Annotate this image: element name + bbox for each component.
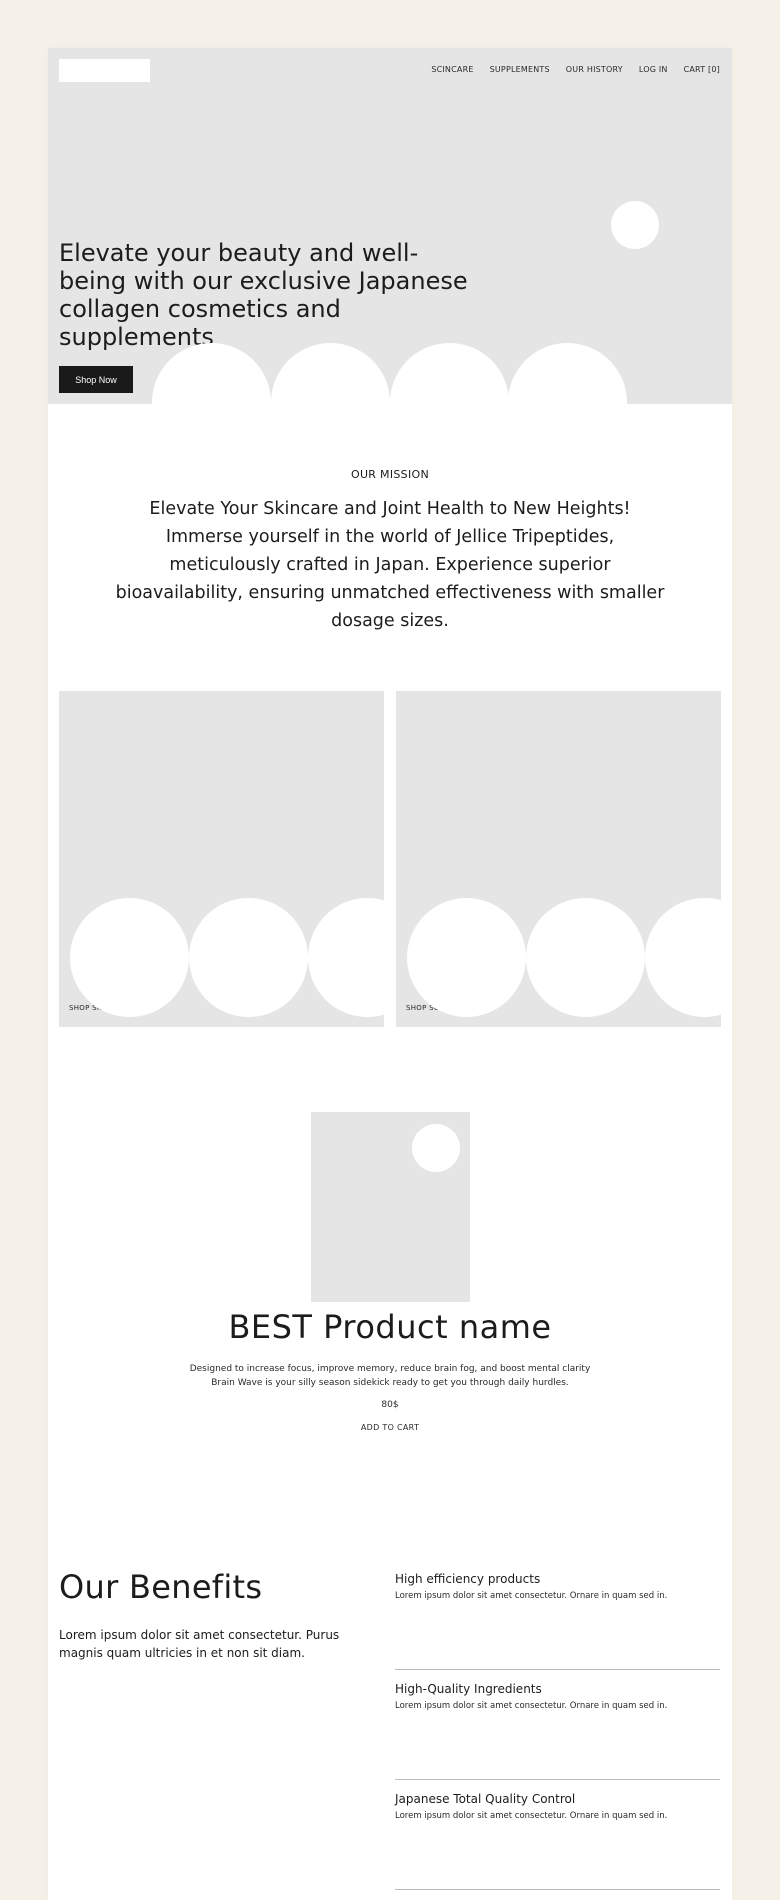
category-card-supplements[interactable]: SHOP SUPPLEMENTS: [396, 691, 721, 1027]
shop-now-button[interactable]: Shop Now: [59, 366, 133, 393]
hero-title: Elevate your beauty and well-being with …: [59, 239, 468, 351]
hero-decor-circle: [611, 201, 659, 249]
mission-text: Elevate Your Skincare and Joint Health t…: [115, 499, 665, 631]
card-decor-circle: [70, 898, 189, 1017]
product-title: BEST Product name: [228, 1308, 552, 1346]
benefit-item: Japanese Total Quality Control Lorem ips…: [395, 1780, 720, 1890]
main-nav: SCINCARE SUPPLEMENTS OUR HISTORY LOG IN …: [431, 65, 720, 74]
benefit-title: High efficiency products: [395, 1572, 541, 1586]
card-decor-circle: [308, 898, 384, 1017]
hero-section: SCINCARE SUPPLEMENTS OUR HISTORY LOG IN …: [48, 48, 732, 462]
nav-item-cart[interactable]: CART [0]: [684, 65, 720, 74]
card-decor-circle: [407, 898, 526, 1017]
benefit-item: High-Quality Ingredients Lorem ipsum dol…: [395, 1670, 720, 1780]
product-price: 80$: [381, 1400, 399, 1410]
nav-item-supplements[interactable]: SUPPLEMENTS: [490, 65, 550, 74]
benefit-text: Lorem ipsum dolor sit amet consectetur. …: [395, 1701, 668, 1711]
hero-mask: [48, 404, 732, 464]
benefits-title: Our Benefits: [59, 1568, 263, 1606]
category-card-skincare[interactable]: SHOP SKINCARE: [59, 691, 384, 1027]
benefit-title: High-Quality Ingredients: [395, 1682, 542, 1696]
nav-item-log-in[interactable]: LOG IN: [639, 65, 668, 74]
card-decor-circle: [189, 898, 308, 1017]
nav-item-our-history[interactable]: OUR HISTORY: [566, 65, 623, 74]
mission-label: OUR MISSION: [351, 468, 429, 481]
card-decor-circle: [526, 898, 645, 1017]
benefit-item: High efficiency products Lorem ipsum dol…: [395, 1560, 720, 1670]
benefit-text: Lorem ipsum dolor sit amet consectetur. …: [395, 1591, 668, 1601]
benefits-description: Lorem ipsum dolor sit amet consectetur. …: [59, 1628, 340, 1660]
product-image[interactable]: [311, 1112, 470, 1302]
logo[interactable]: [59, 59, 150, 82]
benefit-title: Japanese Total Quality Control: [395, 1792, 576, 1806]
page-frame: SCINCARE SUPPLEMENTS OUR HISTORY LOG IN …: [48, 48, 732, 1900]
nav-item-skincare[interactable]: SCINCARE: [431, 65, 473, 74]
card-decor-circle: [645, 898, 721, 1017]
add-to-cart-button[interactable]: ADD TO CART: [340, 1423, 440, 1432]
product-description: Designed to increase focus, improve memo…: [189, 1364, 591, 1388]
benefit-text: Lorem ipsum dolor sit amet consectetur. …: [395, 1811, 668, 1821]
product-decor-circle: [412, 1124, 460, 1172]
